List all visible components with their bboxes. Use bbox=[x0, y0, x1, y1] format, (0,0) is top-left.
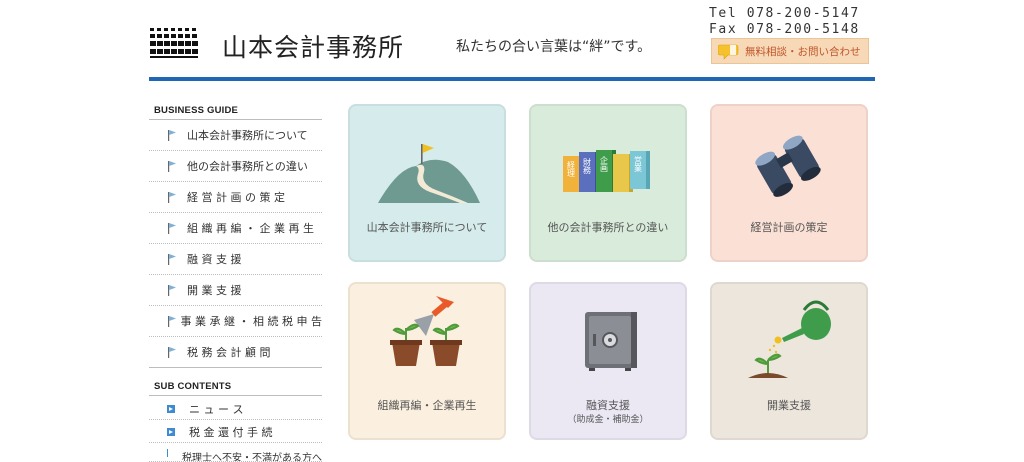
flag-mountain-icon bbox=[378, 144, 480, 203]
sidebar-item-concerns[interactable]: 税理士へ不安・不満がある方へ bbox=[149, 444, 322, 462]
contact-button[interactable]: 無料相談・お問い合わせ bbox=[711, 38, 869, 64]
tile-financing[interactable]: 融資支援 （助成金・補助金） bbox=[529, 282, 687, 440]
flag-icon bbox=[167, 346, 187, 359]
binoculars-icon bbox=[755, 135, 821, 197]
flag-icon bbox=[167, 253, 187, 266]
flag-icon bbox=[167, 191, 187, 204]
flag-icon bbox=[167, 315, 181, 328]
sidebar-item-news[interactable]: ニ ュ ー ス bbox=[149, 398, 322, 420]
header-divider bbox=[149, 77, 875, 81]
tile-reorganization[interactable]: 組織再編・企業再生 bbox=[348, 282, 506, 440]
arrow-square-icon bbox=[167, 404, 175, 413]
contact-numbers: Tel 078-200-5147 Fax 078-200-5148 bbox=[709, 6, 860, 38]
tile-startup[interactable]: 開業支援 bbox=[710, 282, 868, 440]
brand-name: 山本会計事務所 bbox=[222, 33, 405, 62]
sidebar-item-label: 組 織 再 編 ・ 企 業 再 生 bbox=[187, 222, 314, 235]
tel-number: Tel 078-200-5147 bbox=[709, 6, 860, 21]
book-label: 営業 bbox=[634, 155, 643, 173]
book-label: 経理 bbox=[567, 160, 576, 177]
sidebar-item-label: ニ ュ ー ス bbox=[189, 402, 244, 416]
tile-label: 開業支援 bbox=[767, 399, 811, 412]
book-label: 企画 bbox=[600, 155, 609, 173]
logo-icon bbox=[150, 28, 198, 58]
tagline: 私たちの合い言葉は“絆”です。 bbox=[456, 39, 652, 55]
sidebar-item-about[interactable]: 山本会計事務所について bbox=[149, 120, 322, 151]
tile-business-plan[interactable]: 経営計画の策定 bbox=[710, 104, 868, 262]
fax-number: Fax 078-200-5148 bbox=[709, 22, 860, 37]
arrow-square-icon bbox=[167, 427, 175, 436]
arrow-square-icon bbox=[167, 449, 173, 457]
sidebar-item-difference[interactable]: 他の会計事務所との違い bbox=[149, 151, 322, 182]
tile-label: 経営計画の策定 bbox=[750, 221, 828, 234]
sidebar-item-tax-advisory[interactable]: 税 務 会 計 顧 問 bbox=[149, 337, 322, 368]
sidebar-item-reorganization[interactable]: 組 織 再 編 ・ 企 業 再 生 bbox=[149, 213, 322, 244]
sidebar-item-label: 事 業 承 継 ・ 相 続 税 申 告 bbox=[180, 315, 322, 328]
sidebar-item-startup[interactable]: 開 業 支 援 bbox=[149, 275, 322, 306]
sidebar-item-financing[interactable]: 融 資 支 援 bbox=[149, 244, 322, 275]
flag-icon bbox=[167, 160, 187, 173]
business-guide-heading: BUSINESS GUIDE bbox=[154, 105, 239, 116]
contact-button-label: 無料相談・お問い合わせ bbox=[745, 45, 861, 58]
tile-label: 融資支援 bbox=[586, 399, 630, 412]
watering-can-sprout-icon bbox=[748, 300, 831, 378]
sidebar-item-succession[interactable]: 事 業 承 継 ・ 相 続 税 申 告 bbox=[149, 306, 322, 337]
safe-icon bbox=[585, 312, 637, 371]
flag-icon bbox=[167, 222, 187, 235]
tile-sublabel: （助成金・補助金） bbox=[567, 415, 649, 425]
sidebar-item-label: 税 務 会 計 顧 問 bbox=[187, 346, 271, 359]
book-label: 財務 bbox=[583, 157, 592, 175]
sub-contents-divider bbox=[149, 395, 322, 396]
sub-contents-heading: SUB CONTENTS bbox=[154, 381, 232, 392]
tile-about[interactable]: 山本会計事務所について bbox=[348, 104, 506, 262]
sidebar-item-label: 開 業 支 援 bbox=[187, 284, 242, 297]
sidebar-item-tax-refund[interactable]: 税 金 還 付 手 続 bbox=[149, 421, 322, 443]
sidebar-item-label: 山本会計事務所について bbox=[187, 129, 308, 142]
sidebar-item-label: 融 資 支 援 bbox=[187, 253, 242, 266]
flag-icon bbox=[167, 284, 187, 297]
speech-bubble-icon bbox=[718, 44, 739, 60]
flag-icon bbox=[167, 129, 187, 142]
tile-label: 組織再編・企業再生 bbox=[377, 399, 477, 412]
sidebar-item-label: 経 営 計 画 の 策 定 bbox=[187, 191, 285, 204]
tile-difference[interactable]: 経理 財務 企画 営業 他の会計事務所との違い bbox=[529, 104, 687, 262]
tile-label: 山本会計事務所について bbox=[366, 221, 488, 234]
sidebar-item-label: 他の会計事務所との違い bbox=[187, 160, 308, 173]
sidebar-item-business-plan[interactable]: 経 営 計 画 の 策 定 bbox=[149, 182, 322, 213]
tile-label: 他の会計事務所との違い bbox=[547, 221, 669, 234]
sidebar-item-label: 税理士へ不安・不満がある方へ bbox=[182, 453, 322, 462]
sidebar-item-label: 税 金 還 付 手 続 bbox=[189, 425, 273, 439]
trowel-plants-icon bbox=[390, 296, 462, 366]
books-icon: 経理 財務 企画 営業 bbox=[563, 150, 650, 192]
